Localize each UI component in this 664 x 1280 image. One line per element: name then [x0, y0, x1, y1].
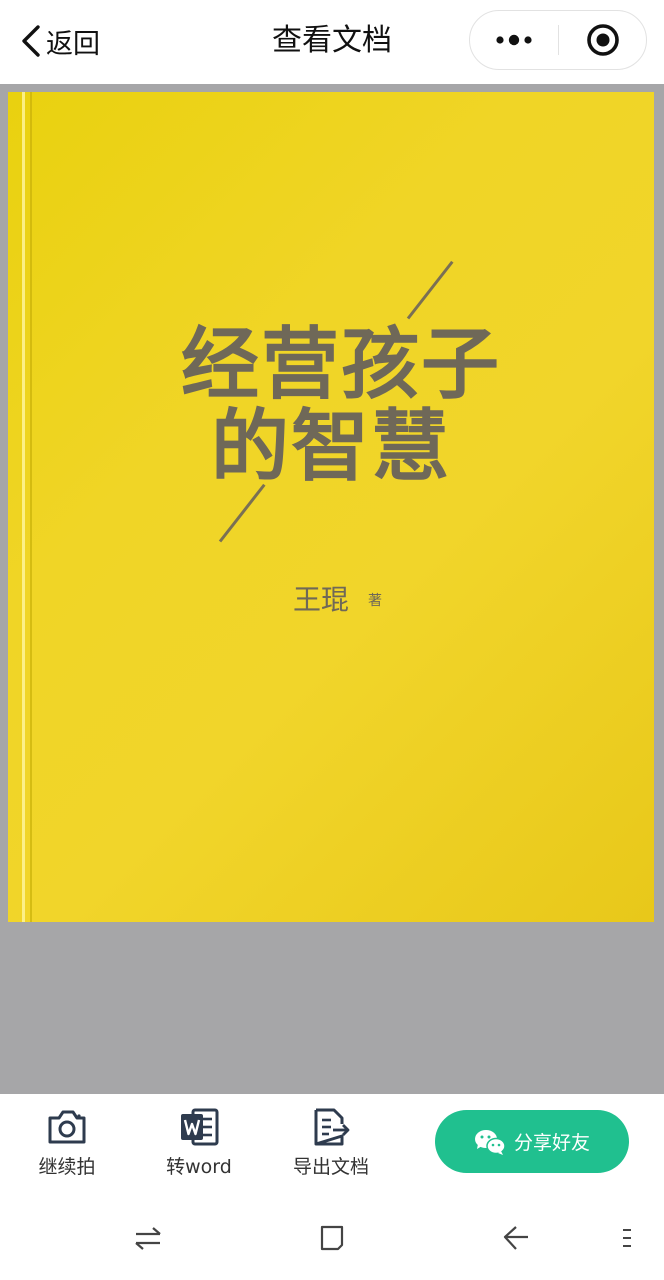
back-arrow-icon: [503, 1226, 528, 1250]
system-back-button[interactable]: [494, 1220, 538, 1256]
to-word-button[interactable]: 转word: [149, 1108, 249, 1178]
share-friends-button[interactable]: 分享好友: [435, 1110, 629, 1173]
cover-title-line1: 经营孩子: [180, 320, 501, 410]
cover-author-suffix: 著: [368, 593, 382, 609]
home-button[interactable]: [310, 1220, 354, 1256]
system-menu-button[interactable]: [612, 1220, 642, 1256]
export-doc-label: 导出文档: [292, 1156, 369, 1178]
cover-decor-line-top: [406, 260, 454, 320]
recent-apps-icon: [135, 1227, 161, 1250]
close-mini-program-button[interactable]: [559, 11, 647, 69]
recent-apps-button[interactable]: [126, 1220, 170, 1256]
target-close-icon: [587, 24, 619, 56]
cover-title-line2: 的智慧: [210, 402, 451, 492]
top-bar: 返回 查看文档: [0, 0, 664, 84]
home-icon: [320, 1225, 344, 1251]
continue-shoot-button[interactable]: 继续拍: [17, 1108, 117, 1178]
to-word-label: 转word: [166, 1156, 232, 1178]
cover-author: 王琨: [293, 583, 350, 616]
bottom-toolbar: 继续拍 转word 导出文档 分享好友: [0, 1094, 664, 1200]
system-nav-bar: [0, 1200, 664, 1280]
word-icon: [181, 1108, 219, 1146]
cover-decor-line-bottom: [218, 483, 266, 543]
menu-icon: [623, 1229, 631, 1247]
document-page-image: 经营孩子 的智慧 王琨 著: [8, 92, 654, 922]
mini-program-capsule: [469, 10, 647, 70]
more-dots-icon: [496, 34, 532, 46]
cover-spine-shadow: [30, 92, 32, 922]
camera-icon: [48, 1110, 86, 1144]
more-button[interactable]: [470, 11, 558, 69]
export-doc-button[interactable]: 导出文档: [281, 1108, 381, 1178]
document-viewer[interactable]: 经营孩子 的智慧 王琨 著: [0, 84, 664, 1094]
share-friends-label: 分享好友: [513, 1132, 590, 1154]
continue-shoot-label: 继续拍: [38, 1156, 96, 1178]
cover-spine-highlight: [22, 92, 25, 922]
export-doc-icon: [314, 1108, 350, 1146]
wechat-icon: [474, 1129, 506, 1155]
